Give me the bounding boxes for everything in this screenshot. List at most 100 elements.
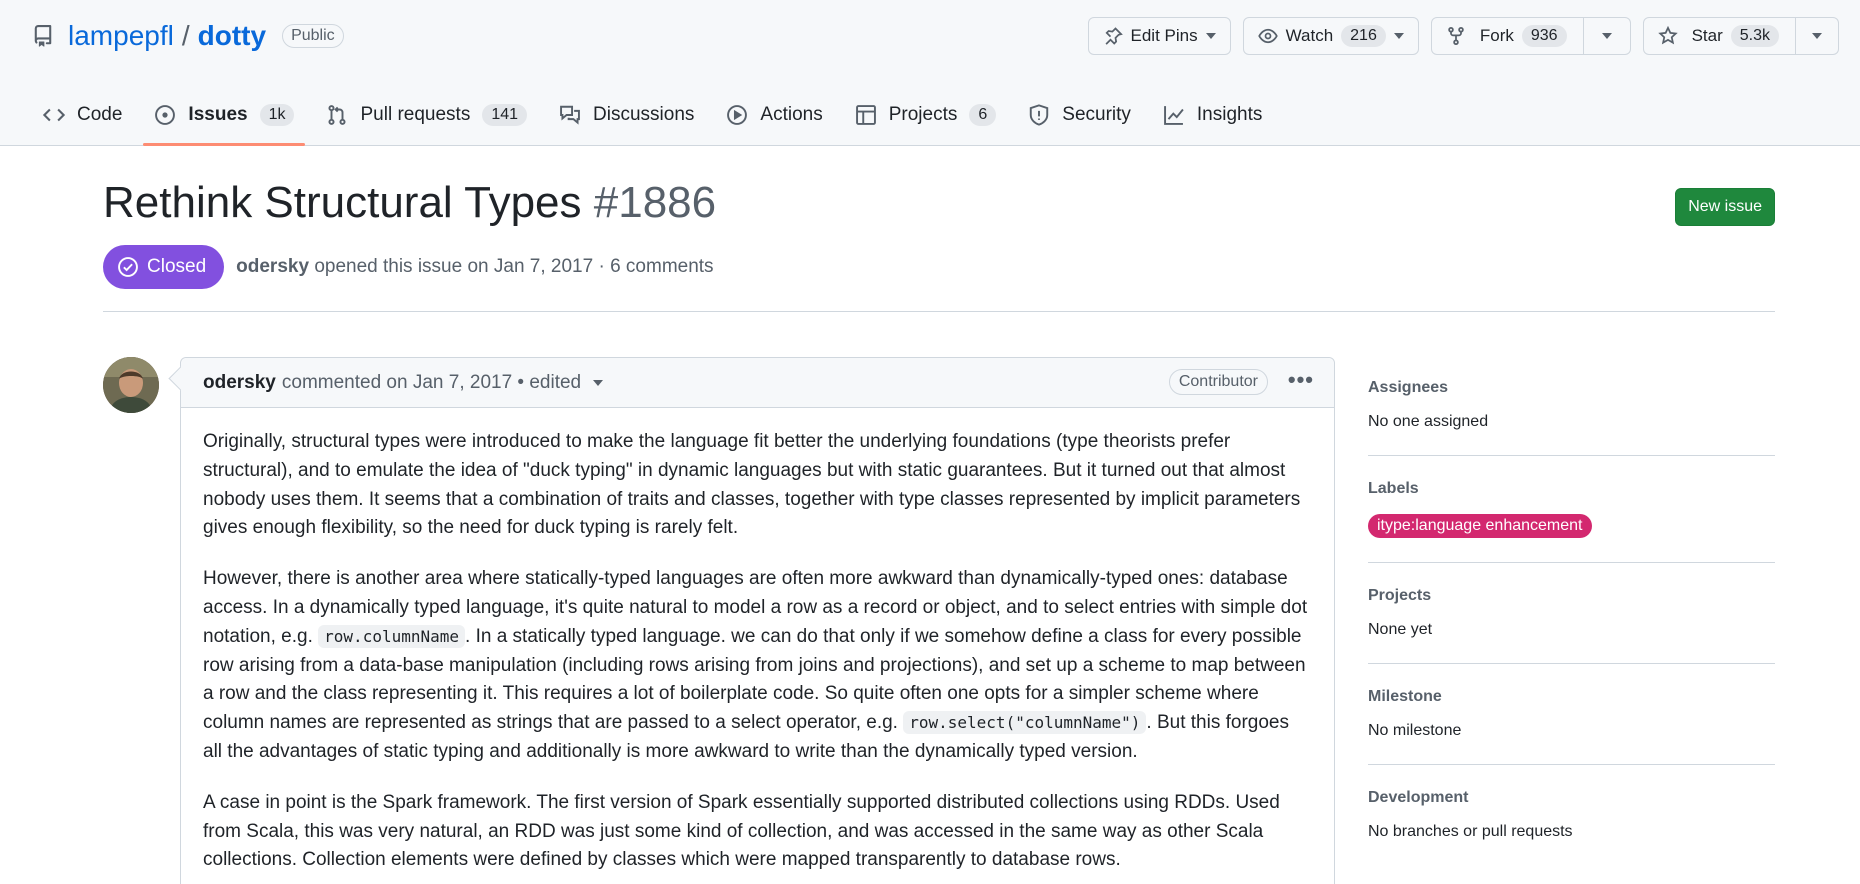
inline-code: row.select("columnName") — [903, 711, 1147, 735]
tab-projects[interactable]: Projects 6 — [844, 85, 1008, 145]
fork-dropdown-button[interactable] — [1583, 17, 1631, 55]
star-label: Star — [1691, 26, 1723, 45]
author-role-badge: Contributor — [1168, 369, 1268, 395]
tab-pull-requests[interactable]: Pull requests 141 — [315, 85, 538, 145]
issue-state-label: Closed — [147, 256, 207, 277]
comment-header: odersky commented on Jan 7, 2017 • edite… — [181, 358, 1334, 408]
tab-discussions[interactable]: Discussions — [548, 85, 705, 145]
tab-insights[interactable]: Insights — [1152, 85, 1273, 145]
sidebar-assignees: Assignees No one assigned — [1368, 357, 1775, 456]
repo-icon — [34, 25, 52, 47]
fork-label: Fork — [1479, 26, 1514, 45]
chevron-down-icon — [1601, 33, 1612, 39]
issue-opened-icon — [155, 105, 176, 125]
git-pull-request-icon — [328, 105, 347, 125]
sidebar-milestone: Milestone No milestone — [1368, 664, 1775, 765]
tab-security[interactable]: Security — [1017, 85, 1142, 145]
edit-pins-button[interactable]: Edit Pins — [1087, 17, 1231, 55]
watch-button[interactable]: Watch 216 — [1242, 17, 1419, 55]
sidebar-labels: Labels itype:language enhancement — [1368, 456, 1775, 563]
star-button[interactable]: Star 5.3k — [1642, 17, 1796, 55]
comment-paragraph: However, there is another area where sta… — [203, 565, 1312, 767]
comment-discussion-icon — [560, 105, 580, 125]
star-icon — [1657, 26, 1678, 45]
avatar[interactable] — [103, 357, 159, 413]
comment-paragraph: A case in point is the Spark framework. … — [203, 791, 1280, 871]
edit-pins-label: Edit Pins — [1130, 26, 1198, 45]
sidebar-value: None yet — [1368, 621, 1433, 638]
fork-button[interactable]: Fork 936 — [1430, 17, 1584, 55]
sidebar-value: No branches or pull requests — [1368, 823, 1573, 840]
repo-forked-icon — [1448, 27, 1464, 45]
tab-label: Security — [1062, 104, 1131, 125]
sidebar-heading[interactable]: Projects — [1368, 587, 1775, 605]
inline-code: row.columnName — [318, 624, 466, 648]
sidebar-heading[interactable]: Labels — [1368, 480, 1775, 498]
sidebar-value: No one assigned — [1368, 413, 1489, 430]
repo-nav-tabs: Code Issues 1k Pull requests 141 Discuss… — [32, 85, 1273, 146]
tab-count: 141 — [482, 104, 528, 126]
fork-button-group: Fork 936 — [1430, 17, 1631, 55]
label-pill[interactable]: itype:language enhancement — [1368, 514, 1592, 538]
kebab-horizontal-icon[interactable]: ••• — [1288, 369, 1314, 391]
issue-title: Rethink Structural Types #1886 — [103, 178, 1775, 228]
issue-header: Rethink Structural Types #1886 New issue… — [103, 178, 1775, 289]
avatar-image — [103, 357, 159, 413]
comment-meta[interactable]: commented on Jan 7, 2017 • edited — [282, 372, 581, 394]
issue-sidebar: Assignees No one assigned Labels itype:l… — [1368, 357, 1775, 865]
sidebar-heading[interactable]: Development — [1368, 789, 1775, 807]
shield-icon — [1030, 104, 1049, 126]
play-icon — [727, 105, 748, 125]
sidebar-projects: Projects None yet — [1368, 563, 1775, 664]
issue-author-link[interactable]: odersky — [236, 256, 309, 277]
sidebar-development: Development No branches or pull requests — [1368, 765, 1775, 865]
chevron-down-icon[interactable] — [593, 379, 604, 386]
tab-count: 1k — [259, 104, 295, 126]
chevron-down-icon — [1812, 33, 1822, 39]
table-icon — [855, 105, 876, 125]
header-divider — [103, 311, 1775, 312]
repo-header: lampepfl / dotty Public Edit Pins Watch … — [0, 0, 1860, 146]
tab-label: Discussions — [593, 104, 695, 125]
sidebar-heading[interactable]: Assignees — [1368, 379, 1775, 397]
chevron-down-icon — [1393, 33, 1404, 39]
tab-label: Projects — [888, 104, 958, 125]
star-dropdown-button[interactable] — [1796, 17, 1839, 55]
repo-separator: / — [181, 20, 190, 51]
eye-icon — [1257, 28, 1278, 44]
issue-meta-text: odersky opened this issue on Jan 7, 2017… — [236, 256, 713, 278]
issue-title-text: Rethink Structural Types — [103, 178, 582, 227]
visibility-badge: Public — [282, 24, 344, 48]
watch-count: 216 — [1341, 25, 1386, 47]
repo-owner-link[interactable]: lampepfl — [68, 20, 174, 52]
issue-meta: Closed odersky opened this issue on Jan … — [103, 245, 714, 289]
repo-title: lampepfl / dotty Public — [32, 18, 344, 54]
repo-actions: Edit Pins Watch 216 Fork 936 Star 5.3k — [1087, 17, 1839, 55]
tab-actions[interactable]: Actions — [715, 85, 833, 145]
tab-label: Insights — [1196, 104, 1263, 125]
watch-label: Watch — [1285, 26, 1334, 45]
comment-paragraph: Originally, structural types were introd… — [203, 431, 1301, 539]
tab-label: Code — [77, 104, 123, 125]
repo-name-link[interactable]: dotty — [198, 20, 266, 52]
tab-count: 6 — [969, 104, 997, 126]
sidebar-value: No milestone — [1368, 722, 1462, 739]
tab-code[interactable]: Code — [32, 85, 133, 145]
pin-icon — [1105, 27, 1123, 45]
code-icon — [43, 108, 65, 122]
comment-body: Originally, structural types were introd… — [181, 408, 1334, 884]
star-count: 5.3k — [1730, 25, 1779, 47]
graph-icon — [1164, 106, 1184, 125]
tab-issues[interactable]: Issues 1k — [143, 85, 306, 146]
tab-label: Pull requests — [360, 104, 471, 125]
chevron-down-icon — [1205, 33, 1216, 39]
sidebar-heading[interactable]: Milestone — [1368, 688, 1775, 706]
comment-author-link[interactable]: odersky — [203, 372, 276, 394]
issue-opened-text: opened this issue on Jan 7, 2017 · 6 com… — [314, 256, 714, 277]
issue-comment: odersky commented on Jan 7, 2017 • edite… — [180, 357, 1335, 884]
tab-label: Issues — [188, 104, 248, 125]
issue-number: #1886 — [593, 178, 717, 227]
issue-state-badge: Closed — [103, 245, 225, 289]
issue-closed-icon — [118, 257, 138, 277]
new-issue-button[interactable]: New issue — [1675, 188, 1775, 226]
